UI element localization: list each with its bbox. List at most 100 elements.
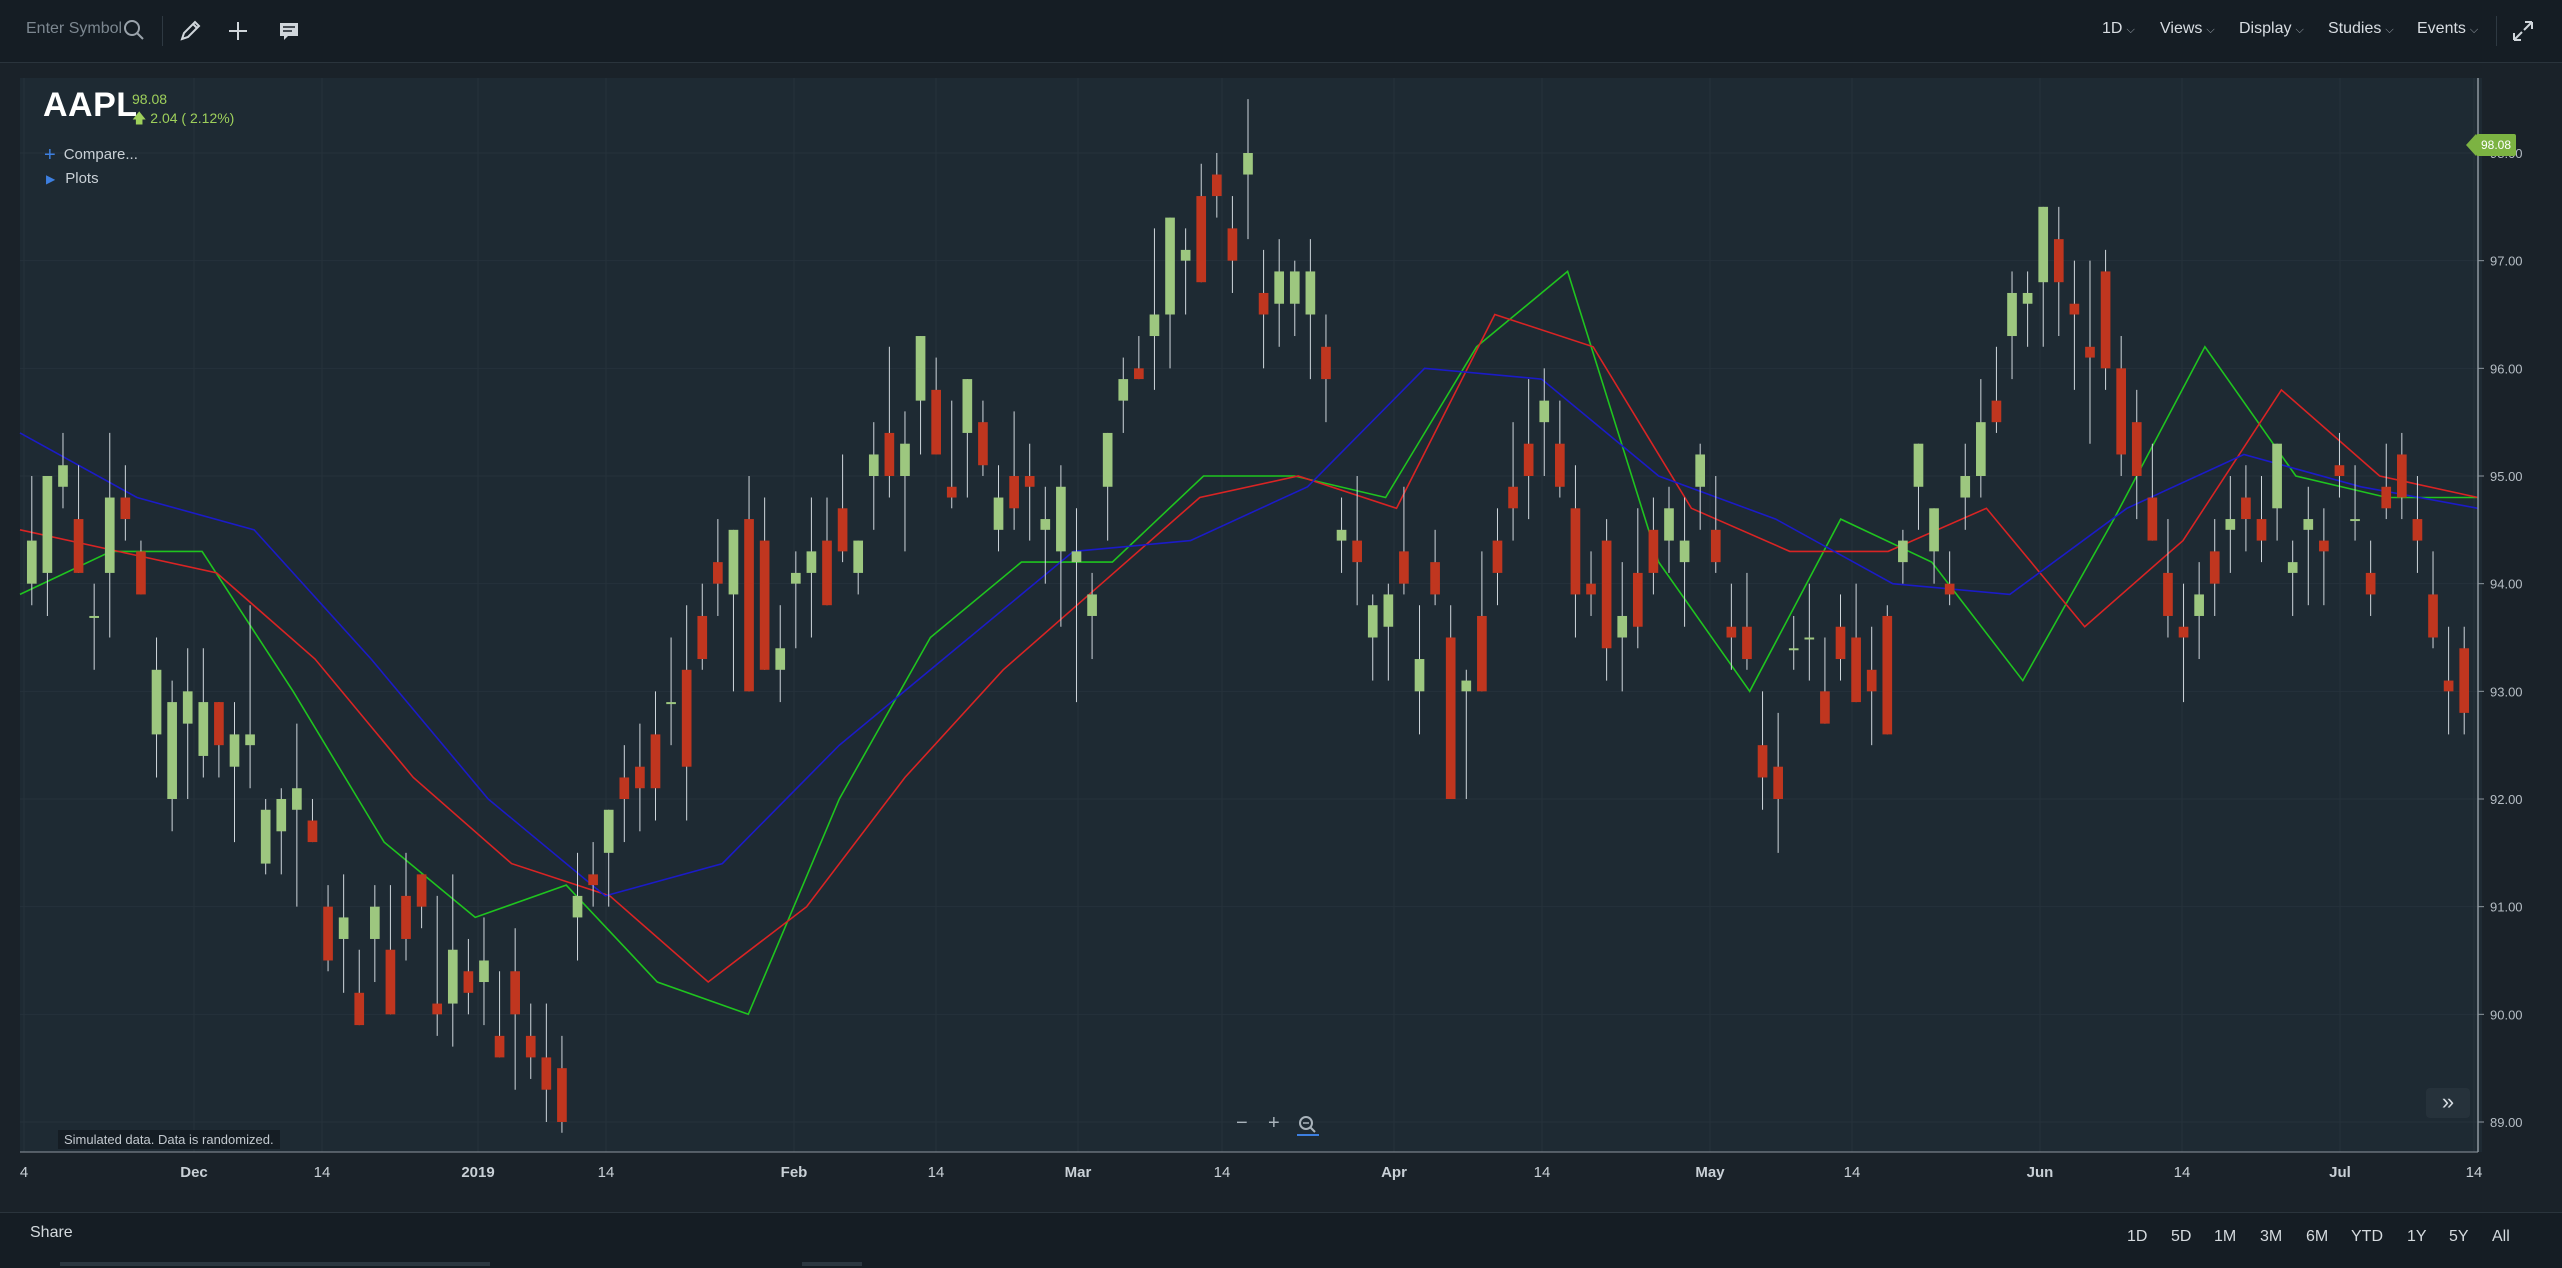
- candle-body: [1804, 637, 1815, 640]
- candle-body: [681, 669, 692, 767]
- candle-body: [1227, 228, 1238, 261]
- range-1d[interactable]: 1D: [2127, 1228, 2147, 1246]
- candle-body: [1851, 637, 1861, 703]
- candle-body: [884, 432, 895, 476]
- compare-label: Compare...: [63, 146, 138, 163]
- candle-body: [2131, 422, 2142, 476]
- scroll-track[interactable]: [60, 1262, 490, 1266]
- candle-body: [323, 906, 333, 961]
- zoom-in-button[interactable]: +: [1268, 1112, 1280, 1135]
- price-chart[interactable]: 89.00 90.00 91.00 92.00 93.00 94.00 95.00 96.00…: [0, 0, 2562, 1267]
- candle-body: [510, 971, 520, 1015]
- candle-body: [759, 540, 770, 670]
- plots-label: Plots: [65, 170, 99, 187]
- candle-body: [2038, 206, 2049, 283]
- candle-body: [1196, 196, 1207, 283]
- expand-chart-button[interactable]: »: [2426, 1088, 2470, 1118]
- candle-body: [541, 1057, 552, 1090]
- fast-ma-line: [19, 270, 2478, 1016]
- candle-body: [2069, 303, 2080, 315]
- candle-body: [1336, 529, 1347, 541]
- candle-body: [1274, 271, 1285, 304]
- y-tick-label: 96.00: [2490, 361, 2523, 376]
- candle-body: [479, 960, 489, 983]
- candle-body: [728, 529, 739, 595]
- candle-body: [2163, 572, 2173, 616]
- x-tick-label: 4: [20, 1164, 28, 1181]
- y-tick-label: 97.00: [2490, 254, 2523, 269]
- price-change: 🡅 2.04 ( 2.12%): [132, 108, 234, 132]
- x-tick-label: Dec: [180, 1164, 208, 1181]
- candle-body: [1508, 486, 1518, 509]
- x-tick-label: Mar: [1065, 1164, 1092, 1181]
- range-1m[interactable]: 1M: [2214, 1228, 2236, 1246]
- candle-body: [463, 971, 474, 993]
- moving-averages: [19, 270, 2479, 1016]
- candle-body: [354, 992, 365, 1026]
- current-price-tag: 98.08: [2466, 134, 2516, 156]
- range-5y[interactable]: 5Y: [2449, 1228, 2469, 1246]
- candle-body: [868, 454, 879, 476]
- candle-body: [1726, 626, 1737, 638]
- candle-body: [588, 874, 598, 886]
- candle-body: [1180, 249, 1191, 261]
- candle-body: [1632, 572, 1643, 627]
- candle-body: [1898, 540, 1908, 563]
- x-tick-label: 14: [1844, 1164, 1861, 1181]
- disclaimer-badge: Simulated data. Data is randomized.: [58, 1130, 280, 1149]
- compare-button[interactable]: + Compare...: [44, 144, 138, 167]
- range-5d[interactable]: 5D: [2171, 1228, 2191, 1246]
- candle-body: [1430, 562, 1440, 595]
- share-button[interactable]: Share: [30, 1224, 73, 1242]
- candle-body: [1710, 529, 1721, 563]
- candle-body: [744, 519, 754, 692]
- zoom-out-button[interactable]: −: [1236, 1112, 1248, 1135]
- candle-body: [900, 443, 910, 476]
- candle-body: [775, 648, 786, 670]
- candle-body: [369, 906, 380, 939]
- candle-body: [276, 799, 287, 832]
- x-tick-label: 14: [1534, 1164, 1551, 1181]
- range-ytd[interactable]: YTD: [2351, 1228, 2383, 1246]
- candle-body: [214, 702, 224, 746]
- candle-body: [931, 389, 941, 455]
- scroll-thumb[interactable]: [802, 1262, 862, 1266]
- y-axis-ticks: 89.00 90.00 91.00 92.00 93.00 94.00 95.00 96.00…: [2478, 146, 2523, 1130]
- candle-body: [167, 702, 177, 799]
- candle-body: [1087, 594, 1097, 616]
- zoom-reset-icon[interactable]: [1297, 1114, 1319, 1136]
- candle-body: [2147, 497, 2158, 541]
- candle-body: [1289, 271, 1300, 304]
- candle-body: [2350, 519, 2360, 522]
- x-axis-ticks: 4 Dec 14 2019 14 Feb 14 Mar 14 Apr 14 May 14 Jun 14 Jul…: [20, 1164, 2483, 1181]
- candle-body: [1835, 626, 1846, 660]
- candle-body: [697, 615, 708, 660]
- candle-body: [946, 486, 957, 498]
- candle-body: [2381, 486, 2392, 509]
- x-tick-label: Feb: [781, 1164, 808, 1181]
- candle-body: [1882, 615, 1893, 735]
- candle-body: [1960, 476, 1971, 498]
- range-6m[interactable]: 6M: [2306, 1228, 2328, 1246]
- y-tick-label: 90.00: [2490, 1007, 2523, 1022]
- play-triangle-icon: ▶: [46, 172, 56, 186]
- candle-body: [1523, 443, 1534, 476]
- price-change-value: 2.04 ( 2.12%): [150, 110, 235, 126]
- candle-body: [2022, 292, 2033, 304]
- mid-ma-line: [19, 313, 2479, 984]
- range-3m[interactable]: 3M: [2260, 1228, 2282, 1246]
- y-tick-label: 92.00: [2490, 792, 2523, 807]
- candle-body: [1134, 368, 1144, 380]
- candle-body: [1648, 529, 1659, 573]
- range-all[interactable]: All: [2492, 1228, 2510, 1246]
- candle-body: [89, 615, 99, 618]
- plots-toggle[interactable]: ▶ Plots: [46, 170, 99, 187]
- candle-body: [2319, 540, 2329, 552]
- candle-body: [104, 497, 115, 573]
- candle-body: [1040, 519, 1051, 530]
- x-tick-label: Jul: [2329, 1164, 2351, 1181]
- candle-body: [2007, 292, 2017, 337]
- y-tick-label: 94.00: [2490, 577, 2523, 592]
- range-1y[interactable]: 1Y: [2407, 1228, 2427, 1246]
- candle-body: [2397, 454, 2407, 498]
